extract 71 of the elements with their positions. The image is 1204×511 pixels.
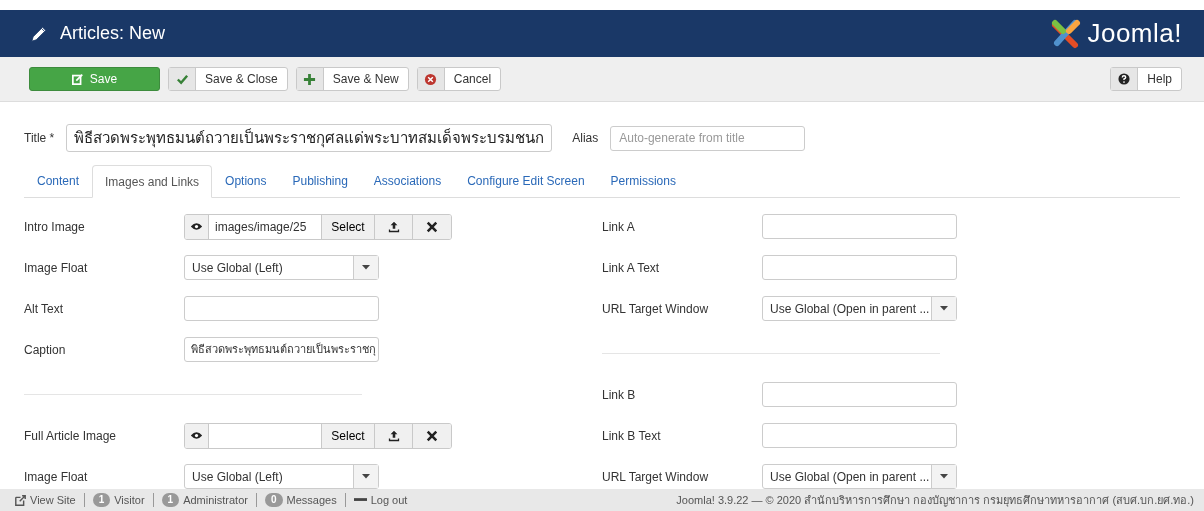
field-label: Link B <box>602 387 637 402</box>
tab[interactable]: Images and Links <box>92 165 213 198</box>
select-dropdown[interactable]: Use Global (Left) <box>184 255 379 280</box>
tab[interactable]: Permissions <box>597 165 689 197</box>
field-label: Image Float <box>24 260 89 275</box>
field-label: URL Target Window <box>602 301 710 316</box>
upload-icon <box>387 220 400 233</box>
field-label: Image Float <box>24 469 89 484</box>
tab[interactable]: Content <box>24 165 93 197</box>
logo-text: Joomla! <box>1087 18 1182 49</box>
toolbar-button[interactable]: Save & New <box>295 67 409 91</box>
text-field[interactable] <box>762 382 957 407</box>
clear-button[interactable] <box>413 423 451 448</box>
page-title: Articles: New <box>60 23 166 44</box>
pencil-icon <box>30 24 48 43</box>
upload-button[interactable] <box>375 214 413 239</box>
alias-label: Alias <box>572 131 599 145</box>
field-label: Link B Text <box>602 428 662 443</box>
tab[interactable]: Publishing <box>279 165 361 197</box>
status-link[interactable]: 1 Visitor <box>92 493 145 507</box>
upload-icon <box>387 429 400 442</box>
preview-button[interactable] <box>185 214 209 239</box>
cancel-icon <box>424 72 438 86</box>
field-label: URL Target Window <box>602 469 710 484</box>
text-field[interactable] <box>184 296 379 321</box>
eye-icon <box>190 431 203 440</box>
eye-icon <box>190 222 203 231</box>
toolbar-button[interactable]: Cancel <box>416 67 502 91</box>
caret-icon <box>940 474 948 479</box>
close-icon <box>426 429 438 442</box>
external-link-icon <box>15 494 26 506</box>
status-link[interactable]: 0 Messages <box>264 493 337 507</box>
field-label: Link A <box>602 219 636 234</box>
select-button[interactable]: Select <box>322 423 375 448</box>
tab[interactable]: Configure Edit Screen <box>454 165 598 197</box>
field-label: Caption <box>24 342 67 357</box>
caret-icon <box>362 474 370 479</box>
help-icon <box>1118 73 1131 85</box>
field-label: Full Article Image <box>24 428 118 443</box>
view-site-link[interactable]: View Site <box>15 494 76 506</box>
select-button[interactable]: Select <box>322 214 375 239</box>
tab[interactable]: Options <box>212 165 280 197</box>
logout-link[interactable]: Log out <box>353 494 408 506</box>
text-field[interactable] <box>762 255 957 280</box>
field-label: Alt Text <box>24 301 65 316</box>
field-label: Link A Text <box>602 260 661 275</box>
alias-field[interactable]: Auto-generate from title <box>610 125 806 151</box>
tab[interactable]: Associations <box>360 165 455 197</box>
close-icon <box>426 220 438 233</box>
caret-icon <box>362 265 370 270</box>
field-label: Intro Image <box>24 219 86 234</box>
toolbar-button[interactable]: Save & Close <box>168 67 288 91</box>
select-dropdown[interactable]: Use Global (Open in parent ... <box>762 464 957 489</box>
plus-icon <box>303 72 317 86</box>
text-field[interactable] <box>762 423 957 448</box>
status-link[interactable]: 1 Administrator <box>161 493 248 507</box>
clear-button[interactable] <box>413 214 451 239</box>
text-field[interactable] <box>762 214 957 239</box>
edit-icon <box>71 73 84 85</box>
check-icon <box>175 72 189 86</box>
help-button[interactable]: Help <box>1110 67 1182 91</box>
caret-icon <box>940 306 948 311</box>
title-field[interactable]: พิธีสวดพระพุทธมนต์ถวายเป็นพระราชกุศลแด่พระบาทสมเด็จพระบรมชนก <box>66 124 553 152</box>
copyright-text: Joomla! 3.9.22 — © 2020 สำนักบริหารการศึกษา กองบัญชาการ กรมยุทธศึกษาทหารอากาศ (สบศ.บก.ยศ.ทอ.) <box>676 493 1194 509</box>
text-field[interactable]: พิธีสวดพระพุทธมนต์ถวายเป็นพระราชกุ <box>184 337 379 362</box>
select-dropdown[interactable]: Use Global (Open in parent ... <box>762 296 957 321</box>
upload-button[interactable] <box>375 423 413 448</box>
preview-button[interactable] <box>185 423 209 448</box>
title-label: Title * <box>24 131 55 145</box>
select-dropdown[interactable]: Use Global (Left) <box>184 464 379 489</box>
minus-icon <box>353 498 367 502</box>
